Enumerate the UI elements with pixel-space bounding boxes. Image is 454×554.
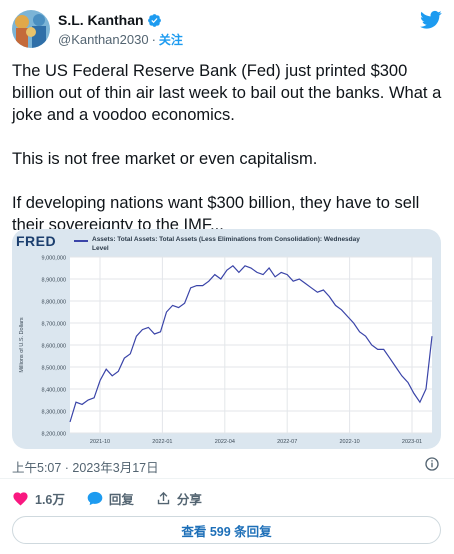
avatar[interactable] — [12, 10, 50, 48]
handle[interactable]: @Kanthan2030 — [58, 32, 149, 47]
name-row: S.L. Kanthan — [58, 12, 162, 28]
share-label: 分享 — [176, 492, 202, 507]
x-tick-label: 2022-10 — [340, 439, 360, 445]
heart-icon — [13, 492, 28, 506]
x-tick-label: 2022-04 — [215, 439, 235, 445]
divider — [0, 478, 454, 479]
share-button[interactable]: 分享 — [156, 489, 202, 508]
y-tick-label: 8,800,000 — [42, 300, 66, 306]
follow-button[interactable]: 关注 — [159, 31, 183, 48]
y-tick-label: 8,600,000 — [42, 344, 66, 350]
y-axis-label: Millions of U.S. Dollars — [19, 317, 25, 373]
handle-row: @Kanthan2030 · 关注 — [58, 31, 183, 48]
tweet-header: S.L. Kanthan @Kanthan2030 · 关注 — [12, 10, 442, 50]
x-tick-label: 2022-01 — [152, 439, 172, 445]
reply-bubble-icon — [87, 491, 103, 505]
share-icon — [157, 491, 170, 504]
y-tick-label: 8,500,000 — [42, 366, 66, 372]
line-chart: 8,200,000 8,300,000 8,400,000 8,500,000 8,60… — [19, 256, 433, 445]
twitter-bird-icon[interactable] — [420, 10, 442, 30]
avatar-image — [12, 10, 50, 48]
info-icon[interactable] — [424, 456, 440, 472]
y-tick-label: 8,900,000 — [42, 278, 66, 284]
tweet-paragraph: The US Federal Reserve Bank (Fed) just p… — [12, 62, 442, 124]
separator-dot: · — [151, 32, 156, 47]
x-tick-label: 2023-01 — [402, 439, 422, 445]
y-tick-label: 8,300,000 — [42, 410, 66, 416]
display-name[interactable]: S.L. Kanthan — [58, 12, 144, 28]
x-tick-label: 2022-07 — [277, 439, 297, 445]
like-button[interactable]: 1.6万 — [12, 489, 65, 508]
x-tick-label: 2021-10 — [90, 439, 110, 445]
y-tick-label: 8,400,000 — [42, 388, 66, 394]
like-count: 1.6万 — [35, 492, 65, 507]
tweet-paragraph: This is not free market or even capitali… — [12, 150, 318, 168]
y-tick-label: 9,000,000 — [42, 256, 66, 262]
y-tick-label: 8,700,000 — [42, 322, 66, 328]
tweet-timestamp[interactable]: 上午5:07 · 2023年3月17日 — [12, 457, 159, 476]
tweet-body: The US Federal Reserve Bank (Fed) just p… — [12, 60, 444, 236]
reply-button[interactable]: 回复 — [87, 489, 134, 508]
y-tick-label: 8,200,000 — [42, 432, 66, 438]
read-replies-button[interactable]: 查看 599 条回复 — [12, 516, 441, 544]
action-bar: 1.6万 回复 分享 — [12, 487, 224, 509]
reply-label: 回复 — [108, 492, 134, 507]
chart-image[interactable]: FRED Assets: Total Assets: Total Assets … — [12, 229, 441, 449]
verified-badge-icon — [147, 13, 161, 27]
